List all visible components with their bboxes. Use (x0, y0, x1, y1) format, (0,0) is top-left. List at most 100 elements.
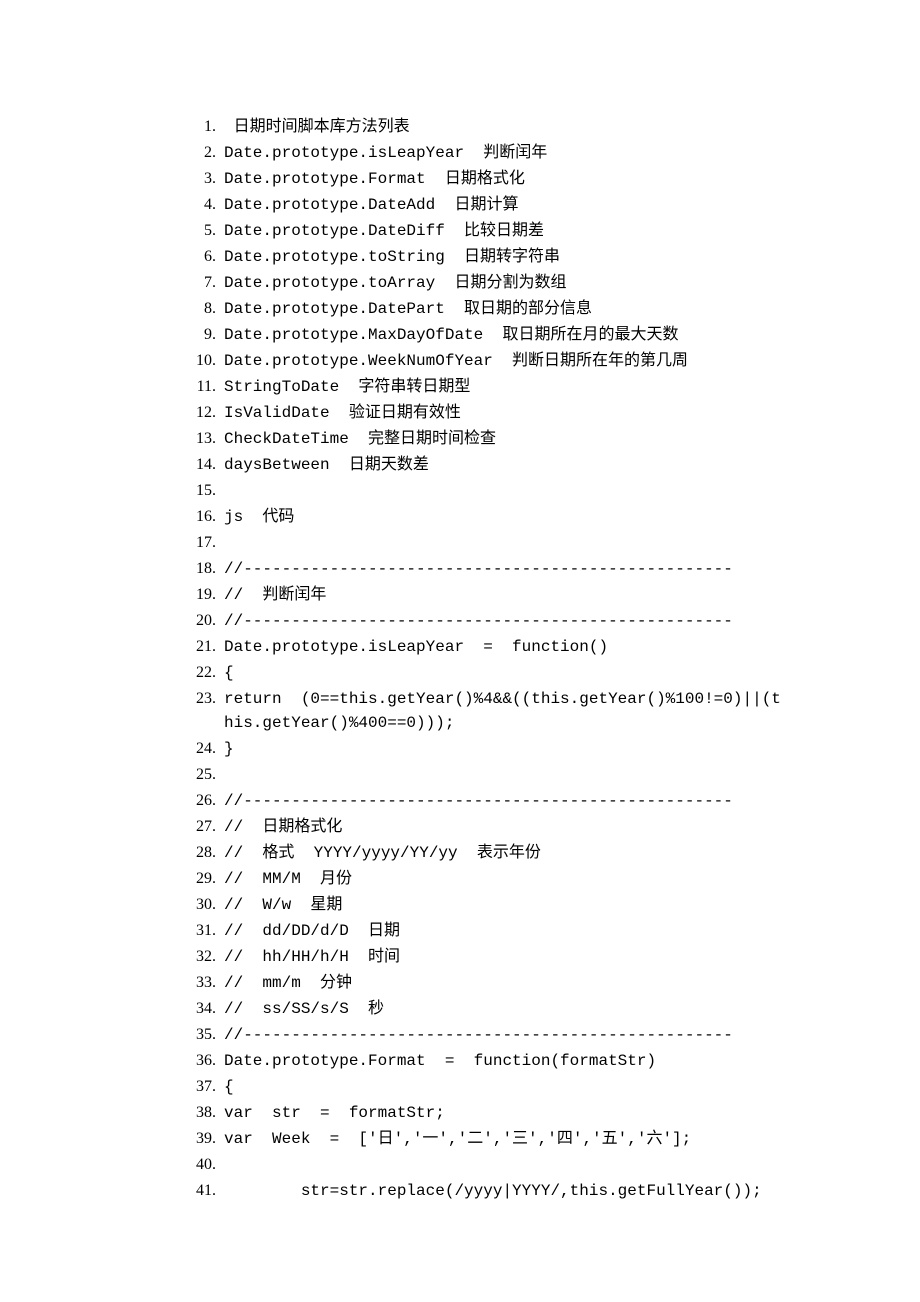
line-number-dot: . (212, 375, 224, 399)
code-listing: 1. 日期时间脚本库方法列表2. Date.prototype.isLeapYea… (180, 115, 920, 1203)
document-page: 1. 日期时间脚本库方法列表2. Date.prototype.isLeapYea… (0, 0, 920, 1302)
line-number: 29 (180, 867, 212, 891)
code-line: 1. 日期时间脚本库方法列表 (180, 115, 920, 139)
line-content: IsValidDate 验证日期有效性 (224, 401, 461, 425)
line-content: } (224, 737, 234, 761)
code-line: 6.Date.prototype.toString 日期转字符串 (180, 245, 920, 269)
line-number-dot: . (212, 971, 224, 995)
code-line: 24.} (180, 737, 920, 761)
line-number-dot: . (212, 219, 224, 243)
code-line: 40. (180, 1153, 920, 1177)
line-number: 6 (180, 245, 212, 269)
code-line: 41. str=str.replace(/yyyy|YYYY/,this.get… (180, 1179, 920, 1203)
line-number: 2 (180, 141, 212, 165)
line-number-dot: . (212, 323, 224, 347)
line-number-dot: . (212, 193, 224, 217)
line-number: 27 (180, 815, 212, 839)
line-content: Date.prototype.MaxDayOfDate 取日期所在月的最大天数 (224, 323, 678, 347)
line-number: 20 (180, 609, 212, 633)
line-number-dot: . (212, 687, 224, 711)
code-line: 28.// 格式 YYYY/yyyy/YY/yy 表示年份 (180, 841, 920, 865)
code-line: 37.{ (180, 1075, 920, 1099)
line-content: Date.prototype.WeekNumOfYear 判断日期所在年的第几周 (224, 349, 688, 373)
line-content: //--------------------------------------… (224, 609, 733, 633)
line-content: // 判断闰年 (224, 583, 326, 607)
line-number-dot: . (212, 583, 224, 607)
line-number: 17 (180, 531, 212, 555)
code-line: 17. (180, 531, 920, 555)
line-number: 3 (180, 167, 212, 191)
line-number-dot: . (212, 1075, 224, 1099)
line-number: 25 (180, 763, 212, 787)
code-line: 29.// MM/M 月份 (180, 867, 920, 891)
line-content: //--------------------------------------… (224, 1023, 733, 1047)
line-number-dot: . (212, 297, 224, 321)
line-content: daysBetween 日期天数差 (224, 453, 429, 477)
line-number: 4 (180, 193, 212, 217)
code-line: 13.CheckDateTime 完整日期时间检查 (180, 427, 920, 451)
line-content: Date.prototype.DatePart 取日期的部分信息 (224, 297, 592, 321)
line-number: 12 (180, 401, 212, 425)
line-content: // hh/HH/h/H 时间 (224, 945, 400, 969)
line-content: { (224, 1075, 234, 1099)
line-content: str=str.replace(/yyyy|YYYY/,this.getFull… (224, 1179, 762, 1203)
code-line: 11.StringToDate 字符串转日期型 (180, 375, 920, 399)
line-number: 10 (180, 349, 212, 373)
line-content: Date.prototype.DateAdd 日期计算 (224, 193, 518, 217)
line-content: // 格式 YYYY/yyyy/YY/yy 表示年份 (224, 841, 541, 865)
line-number: 24 (180, 737, 212, 761)
line-number-dot: . (212, 427, 224, 451)
line-number-dot: . (212, 453, 224, 477)
line-number-dot: . (212, 997, 224, 1021)
line-content: return (0==this.getYear()%4&&((this.getY… (224, 687, 784, 735)
line-number: 31 (180, 919, 212, 943)
code-line: 25. (180, 763, 920, 787)
line-number-dot: . (212, 1049, 224, 1073)
line-number: 16 (180, 505, 212, 529)
code-line: 5.Date.prototype.DateDiff 比较日期差 (180, 219, 920, 243)
code-line: 30.// W/w 星期 (180, 893, 920, 917)
line-content: //--------------------------------------… (224, 557, 733, 581)
line-content: var Week = ['日','一','二','三','四','五','六']… (224, 1127, 691, 1151)
code-line: 33.// mm/m 分钟 (180, 971, 920, 995)
line-number-dot: . (212, 919, 224, 943)
line-number: 36 (180, 1049, 212, 1073)
line-number-dot: . (212, 1153, 224, 1177)
code-line: 9.Date.prototype.MaxDayOfDate 取日期所在月的最大天… (180, 323, 920, 347)
line-content: Date.prototype.isLeapYear 判断闰年 (224, 141, 547, 165)
line-content: //--------------------------------------… (224, 789, 733, 813)
line-content: // dd/DD/d/D 日期 (224, 919, 400, 943)
code-line: 18.//-----------------------------------… (180, 557, 920, 581)
line-number: 22 (180, 661, 212, 685)
line-number-dot: . (212, 1127, 224, 1151)
line-number: 7 (180, 271, 212, 295)
code-line: 15. (180, 479, 920, 503)
line-number: 21 (180, 635, 212, 659)
code-line: 14.daysBetween 日期天数差 (180, 453, 920, 477)
line-number: 9 (180, 323, 212, 347)
line-number-dot: . (212, 401, 224, 425)
line-number-dot: . (212, 349, 224, 373)
line-content: StringToDate 字符串转日期型 (224, 375, 470, 399)
line-number-dot: . (212, 737, 224, 761)
line-content: CheckDateTime 完整日期时间检查 (224, 427, 496, 451)
line-number: 8 (180, 297, 212, 321)
line-content: Date.prototype.DateDiff 比较日期差 (224, 219, 544, 243)
line-content: Date.prototype.Format 日期格式化 (224, 167, 525, 191)
code-line: 4.Date.prototype.DateAdd 日期计算 (180, 193, 920, 217)
code-line: 27.// 日期格式化 (180, 815, 920, 839)
code-line: 10.Date.prototype.WeekNumOfYear 判断日期所在年的… (180, 349, 920, 373)
code-line: 19.// 判断闰年 (180, 583, 920, 607)
line-number: 39 (180, 1127, 212, 1151)
line-number-dot: . (212, 505, 224, 529)
line-number: 15 (180, 479, 212, 503)
line-number-dot: . (212, 661, 224, 685)
line-number-dot: . (212, 1179, 224, 1203)
code-line: 21.Date.prototype.isLeapYear = function(… (180, 635, 920, 659)
code-line: 31.// dd/DD/d/D 日期 (180, 919, 920, 943)
line-number-dot: . (212, 635, 224, 659)
line-number: 5 (180, 219, 212, 243)
line-number-dot: . (212, 245, 224, 269)
code-line: 39.var Week = ['日','一','二','三','四','五','… (180, 1127, 920, 1151)
line-content: // 日期格式化 (224, 815, 342, 839)
